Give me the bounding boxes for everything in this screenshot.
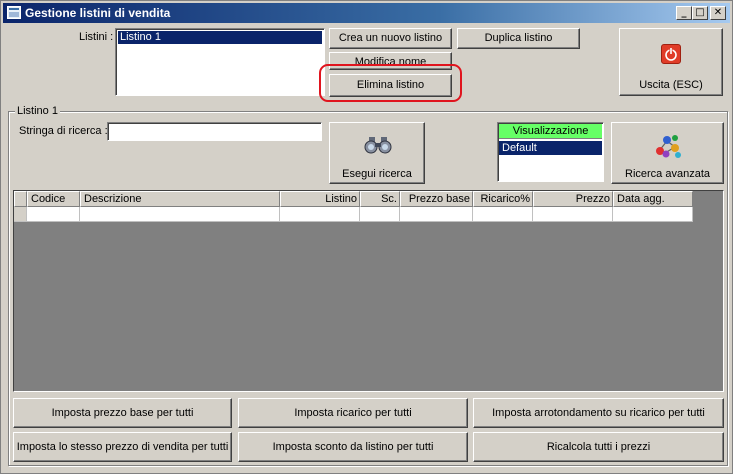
cell-descrizione[interactable] — [80, 207, 280, 222]
binoculars-icon — [363, 135, 393, 155]
close-button[interactable]: ✕ — [710, 6, 726, 20]
search-button-label: Esegui ricerca — [342, 168, 412, 180]
main-window: Gestione listini di vendita _ □ ✕ Listin… — [0, 0, 733, 474]
view-header: Visualizzazione — [499, 124, 602, 139]
column-prezzo[interactable]: Prezzo — [533, 191, 613, 207]
search-input[interactable] — [107, 122, 322, 141]
exit-button[interactable]: Uscita (ESC) — [619, 28, 723, 96]
view-listbox[interactable]: Visualizzazione Default — [497, 122, 604, 182]
column-sconto[interactable]: Sc. — [360, 191, 400, 207]
advanced-search-label: Ricerca avanzata — [625, 168, 710, 180]
column-descrizione[interactable]: Descrizione — [80, 191, 280, 207]
column-prezzo-base[interactable]: Prezzo base — [400, 191, 473, 207]
column-data-agg[interactable]: Data agg. — [613, 191, 693, 207]
group-title: Listino 1 — [15, 105, 60, 117]
table-row[interactable] — [14, 207, 693, 222]
create-list-button[interactable]: Crea un nuovo listino — [329, 28, 452, 49]
column-listino[interactable]: Listino — [280, 191, 360, 207]
search-button[interactable]: Esegui ricerca — [329, 122, 425, 184]
minimize-button[interactable]: _ — [676, 6, 692, 20]
listini-item[interactable]: Listino 1 — [117, 30, 323, 45]
column-codice[interactable]: Codice — [27, 191, 80, 207]
grid-header: Codice Descrizione Listino Sc. Prezzo ba… — [14, 191, 693, 207]
cell-ricarico[interactable] — [473, 207, 533, 222]
cell-prezzo-base[interactable] — [400, 207, 473, 222]
power-icon — [661, 44, 681, 64]
colored-molecules-icon — [653, 131, 683, 161]
view-option-default[interactable]: Default — [499, 141, 602, 155]
listini-label: Listini : — [79, 31, 114, 43]
title-bar: Gestione listini di vendita _ □ ✕ — [3, 3, 730, 23]
set-base-price-all-button[interactable]: Imposta prezzo base per tutti — [13, 398, 232, 428]
window-icon — [7, 6, 21, 19]
maximize-button[interactable]: □ — [692, 6, 708, 20]
search-label: Stringa di ricerca : — [19, 125, 108, 137]
set-same-sale-price-button[interactable]: Imposta lo stesso prezzo di vendita per … — [13, 432, 232, 462]
set-markup-all-button[interactable]: Imposta ricarico per tutti — [238, 398, 468, 428]
set-discount-all-button[interactable]: Imposta sconto da listino per tutti — [238, 432, 468, 462]
advanced-search-button[interactable]: Ricerca avanzata — [611, 122, 724, 184]
cell-codice[interactable] — [27, 207, 80, 222]
grid-header-indicator — [14, 191, 27, 207]
set-rounding-all-button[interactable]: Imposta arrotondamento su ricarico per t… — [473, 398, 724, 428]
column-ricarico[interactable]: Ricarico% — [473, 191, 533, 207]
products-grid[interactable]: Codice Descrizione Listino Sc. Prezzo ba… — [13, 190, 724, 392]
row-indicator — [14, 207, 27, 222]
exit-label: Uscita (ESC) — [639, 79, 703, 91]
cell-sconto[interactable] — [360, 207, 400, 222]
listini-listbox[interactable]: Listino 1 — [115, 28, 325, 96]
duplicate-list-button[interactable]: Duplica listino — [457, 28, 580, 49]
window-title: Gestione listini di vendita — [25, 6, 171, 20]
cell-prezzo[interactable] — [533, 207, 613, 222]
highlight-annotation — [319, 64, 462, 102]
cell-data-agg[interactable] — [613, 207, 693, 222]
cell-listino[interactable] — [280, 207, 360, 222]
recalculate-prices-button[interactable]: Ricalcola tutti i prezzi — [473, 432, 724, 462]
